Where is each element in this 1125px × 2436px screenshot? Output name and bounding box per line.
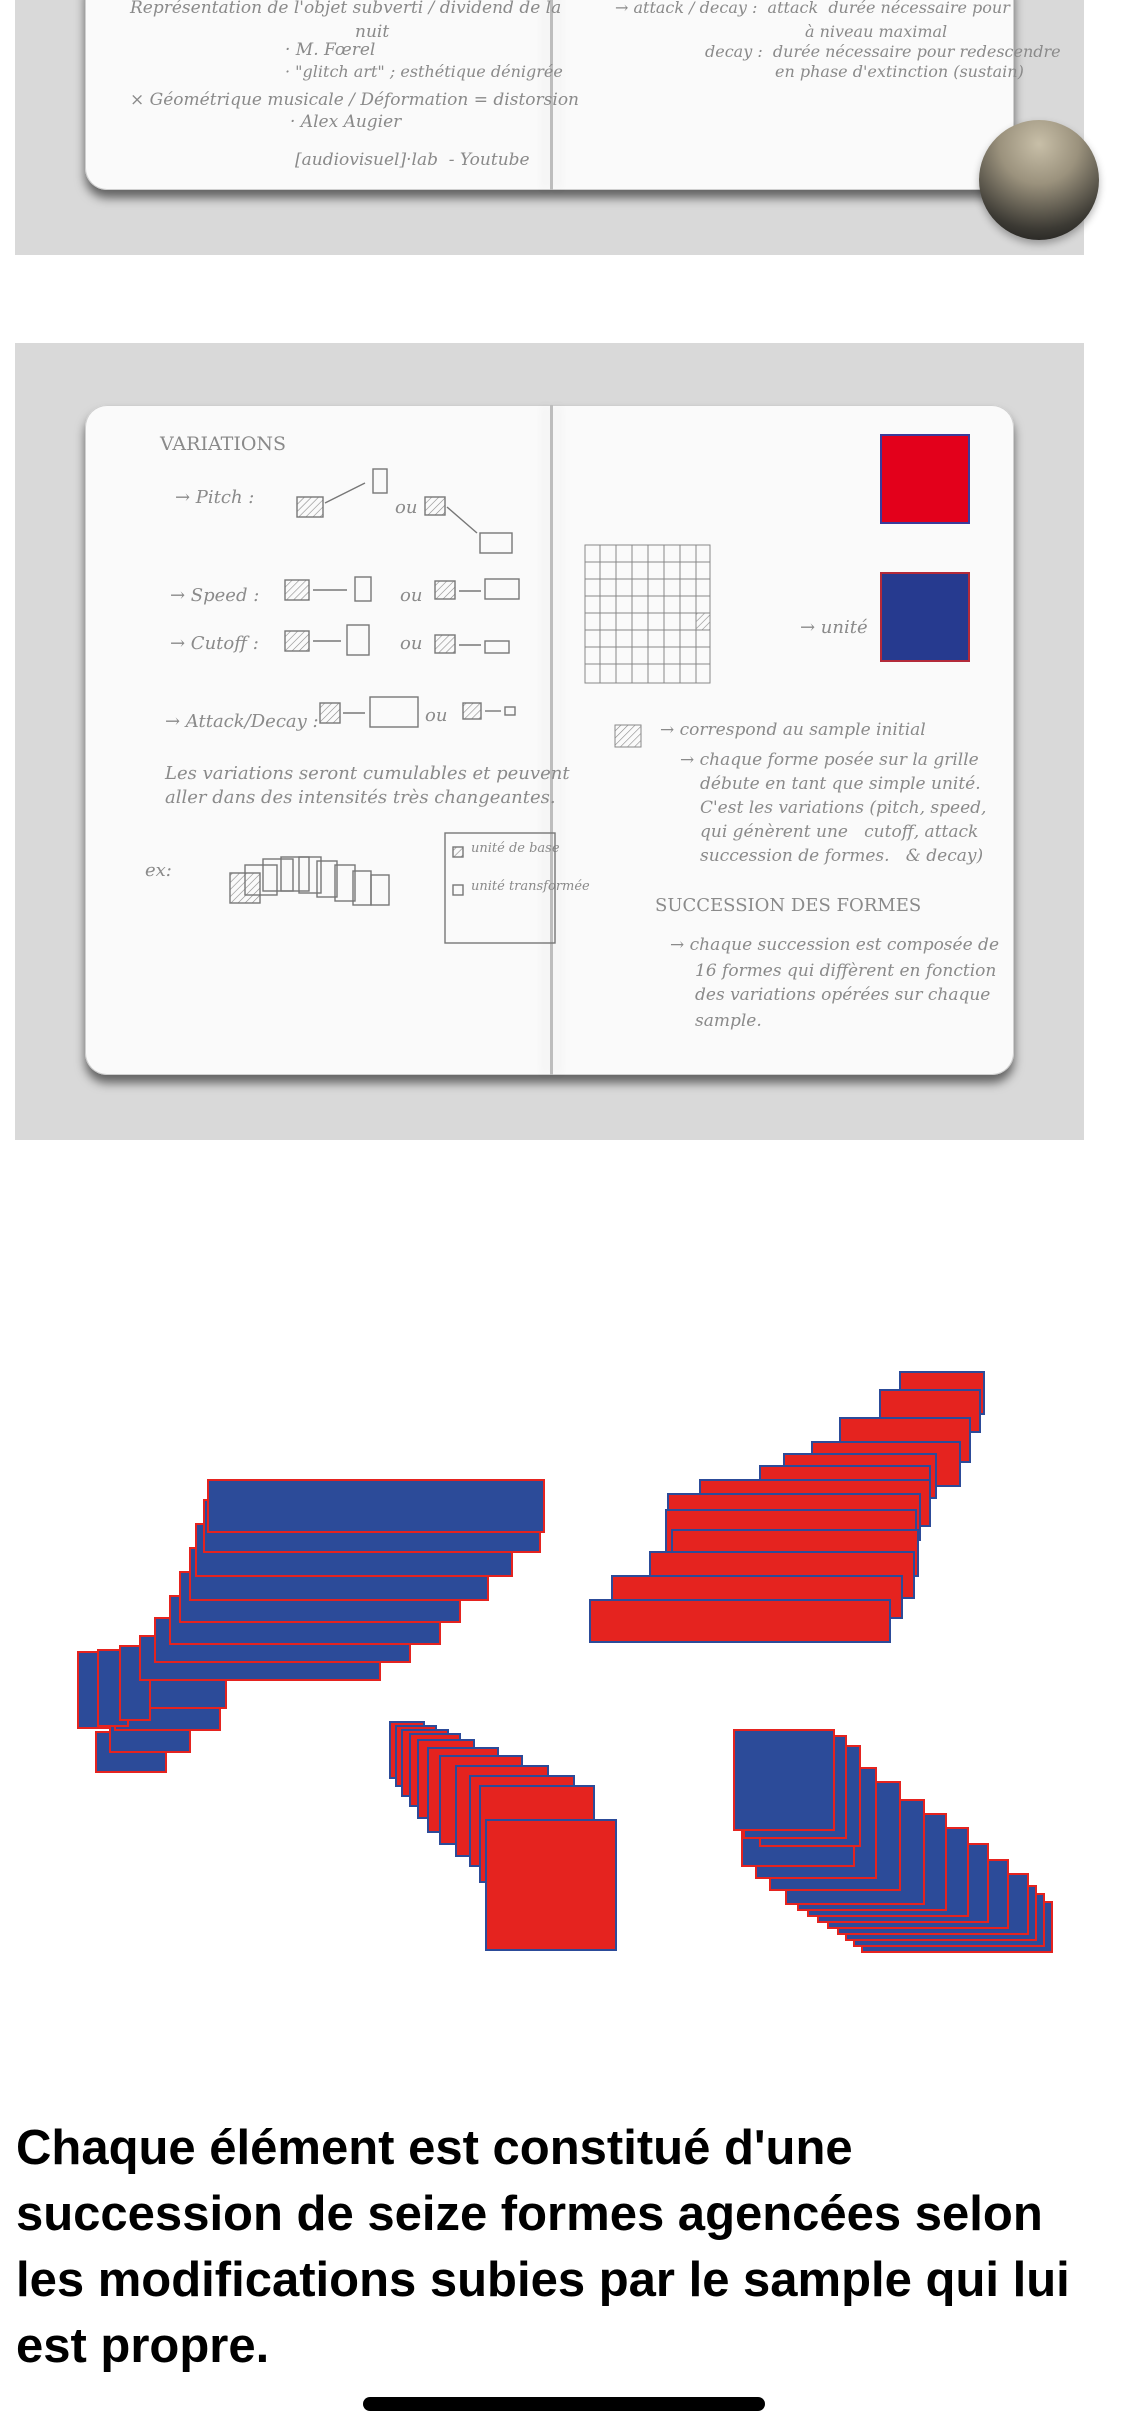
handwritten-line: → attack / decay : attack durée nécessai… — [615, 0, 1010, 17]
handwritten-line: · M. Fœrel — [285, 40, 376, 60]
handwritten-line: en phase d'extinction (sustain) — [775, 62, 1024, 81]
notebook: VARIATIONS → Pitch : ou → Speed : ou → C… — [77, 405, 1022, 1085]
notebook: Représentation de l'objet subverti / div… — [77, 0, 1061, 200]
notebook-photo-sketch: VARIATIONS → Pitch : ou → Speed : ou → C… — [15, 343, 1084, 1140]
handwritten-line: à niveau maximal — [805, 22, 948, 41]
red-swatch — [880, 434, 970, 524]
blue-stack-bottom-right — [733, 1729, 1053, 1953]
red-stack-top-right — [589, 1371, 985, 1643]
handwritten-line: × Géométrique musicale / Déformation = d… — [130, 90, 579, 110]
handwritten-line: · Alex Augier — [290, 112, 402, 132]
handwritten-line: · "glitch art" ; esthétique dénigrée — [285, 62, 563, 81]
blue-swatch — [880, 572, 970, 662]
handwritten-line: decay : durée nécessaire pour redescendr… — [705, 42, 1061, 61]
red-stack-bottom-left — [389, 1721, 617, 1951]
right-page-drawings — [584, 434, 970, 748]
handwritten-line: [audiovisuel]·lab - Youtube — [295, 150, 530, 170]
description-text: Chaque élément est constitué d'une succe… — [16, 2121, 1070, 2373]
handwritten-line: Représentation de l'objet subverti / div… — [130, 0, 562, 18]
blue-stack-top-left — [77, 1479, 545, 1773]
notebook-photo-top: Représentation de l'objet subverti / div… — [15, 0, 1084, 255]
forms-composition — [77, 1371, 1053, 1953]
assistive-touch-button[interactable] — [979, 120, 1099, 240]
home-indicator[interactable] — [363, 2397, 765, 2411]
